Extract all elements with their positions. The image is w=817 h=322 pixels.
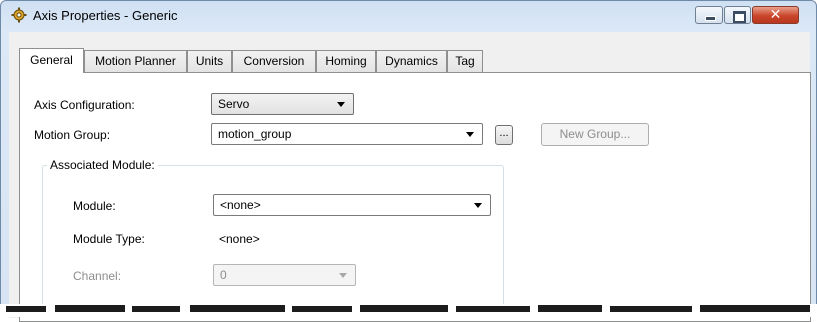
motion-group-label: Motion Group: [34,128,111,142]
module-type-value: <none> [219,232,260,246]
channel-value: 0 [220,268,227,282]
motion-group-dropdown[interactable]: motion_group [211,123,483,145]
close-icon: ✕ [769,7,782,23]
maximize-icon [733,11,746,23]
minimize-icon [705,16,716,21]
tab-tag[interactable]: Tag [447,50,483,72]
tab-dynamics[interactable]: Dynamics [376,50,447,72]
new-group-button[interactable]: New Group... [541,123,649,146]
tab-conversion[interactable]: Conversion [232,50,316,72]
associated-module-legend: Associated Module: [47,158,158,172]
tab-general[interactable]: General [19,48,84,73]
axis-configuration-value: Servo [218,97,250,111]
chevron-down-icon [339,273,347,278]
tab-homing[interactable]: Homing [316,50,376,72]
motion-group-browse-button[interactable]: ... [495,125,513,145]
chevron-down-icon [474,203,482,208]
module-type-label: Module Type: [73,232,145,246]
dialog-client-area: General Motion Planner Units Conversion … [9,32,811,322]
module-value: <none> [220,198,261,212]
close-button[interactable]: ✕ [752,6,799,24]
axis-properties-window: Axis Properties - Generic ✕ General Moti… [0,0,817,322]
chevron-down-icon [466,132,474,137]
module-label: Module: [73,199,116,213]
axis-gear-icon [11,7,27,23]
title-bar[interactable]: Axis Properties - Generic ✕ [1,1,816,29]
tab-motion-planner[interactable]: Motion Planner [84,50,187,72]
axis-configuration-label: Axis Configuration: [34,98,135,112]
general-tab-panel: Axis Configuration: Servo Motion Group: … [19,72,811,322]
motion-group-value: motion_group [218,127,292,141]
tab-units[interactable]: Units [187,50,232,72]
chevron-down-icon [337,102,345,107]
axis-configuration-dropdown[interactable]: Servo [211,93,354,115]
channel-label: Channel: [73,269,122,283]
module-dropdown[interactable]: <none> [213,194,491,216]
minimize-button[interactable] [695,6,723,24]
channel-dropdown: 0 [213,264,356,286]
maximize-button[interactable] [724,6,751,24]
truncated-edge-artifact [0,304,817,317]
window-title: Axis Properties - Generic [33,8,178,23]
associated-module-group: Associated Module: Module: <none> Module… [42,158,504,315]
